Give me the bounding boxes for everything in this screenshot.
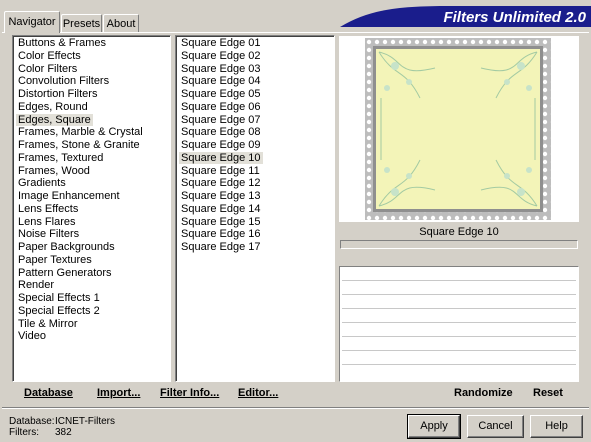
preview-panel — [339, 36, 579, 222]
progress-bar — [340, 240, 578, 249]
category-item[interactable]: Distortion Filters — [13, 88, 170, 101]
randomize-button[interactable]: Randomize — [454, 387, 513, 399]
filter-item[interactable]: Square Edge 07 — [176, 114, 334, 127]
filter-item[interactable]: Square Edge 05 — [176, 88, 334, 101]
preview-caption: Square Edge 10 — [419, 226, 499, 238]
tab-presets[interactable]: Presets — [61, 14, 102, 32]
preview-image — [365, 38, 551, 220]
filter-item[interactable]: Square Edge 02 — [176, 50, 334, 63]
database-value: ICNET-Filters — [55, 416, 115, 427]
reset-button[interactable]: Reset — [533, 387, 563, 399]
category-item[interactable]: Frames, Marble & Crystal — [13, 126, 170, 139]
category-item[interactable]: Gradients — [13, 177, 170, 190]
filter-item[interactable]: Square Edge 04 — [176, 75, 334, 88]
apply-button[interactable]: Apply — [407, 414, 461, 439]
filter-item[interactable]: Square Edge 14 — [176, 203, 334, 216]
import-button[interactable]: Import... — [97, 387, 140, 399]
help-button[interactable]: Help — [530, 415, 583, 438]
category-item[interactable]: Lens Flares — [13, 216, 170, 229]
category-item[interactable]: Buttons & Frames — [13, 37, 170, 50]
tab-about[interactable]: About — [103, 14, 139, 32]
database-label: Database: — [9, 416, 55, 427]
category-item[interactable]: Edges, Square — [13, 113, 170, 127]
app-banner: Filters Unlimited 2.0 — [340, 5, 591, 27]
filter-item[interactable]: Square Edge 16 — [176, 228, 334, 241]
category-item[interactable]: Frames, Textured — [13, 152, 170, 165]
category-item[interactable]: Convolution Filters — [13, 75, 170, 88]
filter-item[interactable]: Square Edge 09 — [176, 139, 334, 152]
category-item[interactable]: Color Filters — [13, 63, 170, 76]
category-item[interactable]: Frames, Stone & Granite — [13, 139, 170, 152]
category-item[interactable]: Render — [13, 279, 170, 292]
category-item[interactable]: Tile & Mirror — [13, 318, 170, 331]
filters-count: 382 — [55, 427, 72, 438]
category-list[interactable]: Buttons & Frames Color Effects Color Filte… — [12, 35, 171, 382]
category-item[interactable]: Paper Backgrounds — [13, 241, 170, 254]
category-item[interactable]: Video — [13, 330, 170, 343]
filter-info-button[interactable]: Filter Info... — [160, 387, 219, 399]
tab-baseline — [2, 32, 589, 33]
filter-item[interactable]: Square Edge 01 — [176, 37, 334, 50]
filter-item[interactable]: Square Edge 15 — [176, 216, 334, 229]
divider-highlight — [2, 408, 589, 409]
database-button[interactable]: Database — [24, 387, 73, 399]
category-item[interactable]: Paper Textures — [13, 254, 170, 267]
filters-label: Filters: — [9, 427, 39, 438]
category-item[interactable]: Noise Filters — [13, 228, 170, 241]
filter-item[interactable]: Square Edge 08 — [176, 126, 334, 139]
filter-item[interactable]: Square Edge 13 — [176, 190, 334, 203]
filter-item[interactable]: Square Edge 03 — [176, 63, 334, 76]
editor-button[interactable]: Editor... — [238, 387, 278, 399]
filter-item[interactable]: Square Edge 10 — [176, 151, 334, 165]
filter-item[interactable]: Square Edge 06 — [176, 101, 334, 114]
cancel-button[interactable]: Cancel — [467, 415, 524, 438]
filter-item[interactable]: Square Edge 17 — [176, 241, 334, 254]
category-item[interactable]: Special Effects 2 — [13, 305, 170, 318]
category-item[interactable]: Color Effects — [13, 50, 170, 63]
category-item[interactable]: Lens Effects — [13, 203, 170, 216]
filter-item[interactable]: Square Edge 11 — [176, 165, 334, 178]
category-item[interactable]: Image Enhancement — [13, 190, 170, 203]
app-title: Filters Unlimited 2.0 — [443, 9, 586, 26]
category-item[interactable]: Special Effects 1 — [13, 292, 170, 305]
category-item[interactable]: Frames, Wood — [13, 165, 170, 178]
category-item[interactable]: Edges, Round — [13, 101, 170, 114]
filter-list[interactable]: Square Edge 01 Square Edge 02 Square Edge … — [175, 35, 335, 382]
tab-navigator[interactable]: Navigator — [4, 11, 60, 33]
parameter-area[interactable] — [339, 266, 579, 382]
category-item[interactable]: Pattern Generators — [13, 267, 170, 280]
filter-item[interactable]: Square Edge 12 — [176, 177, 334, 190]
